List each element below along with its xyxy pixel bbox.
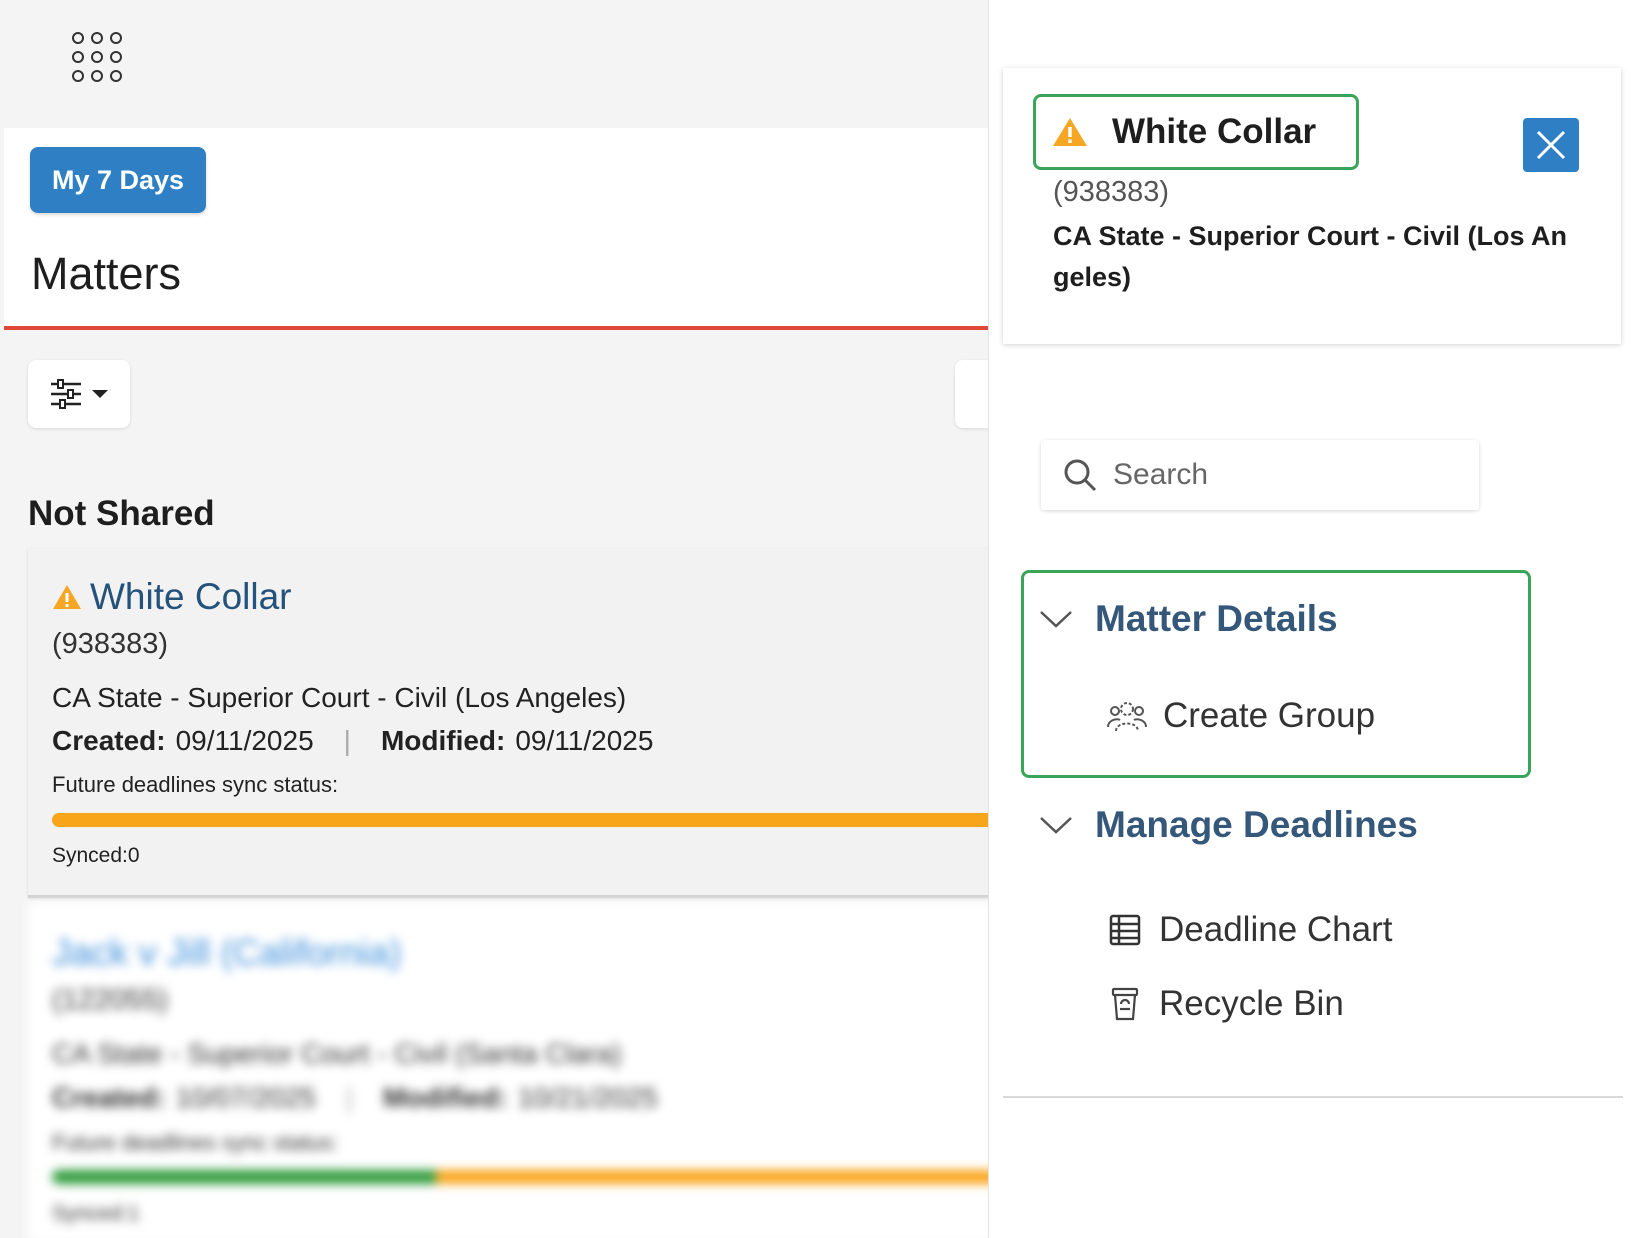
chevron-down-icon <box>1040 611 1072 628</box>
matter-title-link[interactable]: Jack v Jill (California) <box>52 932 402 974</box>
sync-status-label: Future deadlines sync status: <box>52 1130 339 1155</box>
trash-icon <box>1111 987 1139 1021</box>
menu-item-label: Recycle Bin <box>1159 984 1344 1023</box>
modified-label: Modified: <box>380 725 506 756</box>
date-separator: | <box>345 1082 354 1113</box>
close-button[interactable] <box>1523 118 1579 172</box>
warning-icon <box>53 585 81 609</box>
modified-date: 09/11/2025 <box>515 725 654 756</box>
section-heading: Not Shared <box>28 494 215 533</box>
created-label: Created: <box>52 725 166 756</box>
search-box[interactable] <box>1041 440 1479 510</box>
matter-dates: Created: 10/07/2025 | Modified: 10/21/20… <box>52 1082 658 1114</box>
divider <box>1003 1096 1623 1098</box>
modified-label: Modified: <box>383 1082 508 1113</box>
section-title: Matter Details <box>1095 598 1338 639</box>
page-title: Matters <box>31 248 182 299</box>
matter-dates: Created: 09/11/2025 | Modified: 09/11/20… <box>52 725 653 757</box>
matter-title: White Collar <box>1112 112 1317 151</box>
my-7-days-button[interactable]: My 7 Days <box>30 147 207 213</box>
matter-id: (938383) <box>52 628 169 660</box>
modified-date: 10/21/2025 <box>517 1082 658 1113</box>
filter-sliders-icon <box>51 379 81 409</box>
chevron-down-icon <box>1040 817 1072 834</box>
search-icon <box>1064 459 1097 492</box>
title-highlight: White Collar <box>1033 94 1359 170</box>
section-matter-details[interactable]: Matter Details <box>1039 598 1338 640</box>
section-title: Manage Deadlines <box>1095 804 1418 845</box>
matter-id: (938383) <box>1053 176 1170 208</box>
sync-status-label: Future deadlines sync status: <box>52 772 339 797</box>
created-date: 10/07/2025 <box>175 1082 316 1113</box>
created-label: Created: <box>52 1082 166 1113</box>
synced-count: Synced:0 <box>52 844 140 867</box>
menu-item-label: Create Group <box>1163 696 1376 735</box>
menu-item-recycle-bin[interactable]: Recycle Bin <box>1107 984 1344 1024</box>
matter-title-row: White Collar <box>52 576 292 618</box>
search-input[interactable] <box>1113 458 1443 492</box>
matter-summary-card: White Collar (938383) CA State - Superio… <box>1003 68 1621 344</box>
matter-detail-panel: White Collar (938383) CA State - Superio… <box>988 0 1632 1238</box>
menu-item-create-group[interactable]: Create Group <box>1107 696 1375 736</box>
menu-item-deadline-chart[interactable]: Deadline Chart <box>1107 910 1392 950</box>
matter-title-link[interactable]: White Collar <box>90 576 292 618</box>
menu-item-label: Deadline Chart <box>1159 910 1393 949</box>
date-separator: | <box>343 725 351 756</box>
filter-button[interactable] <box>28 360 130 428</box>
chevron-down-icon <box>92 390 108 398</box>
group-icon <box>1107 702 1147 732</box>
sync-progress-bar <box>52 813 988 827</box>
table-icon <box>1109 914 1141 946</box>
matter-card[interactable]: Jack v Jill (California) (122055) CA Sta… <box>28 902 988 1238</box>
matter-court: CA State - Superior Court - Civil (Santa… <box>52 1038 622 1069</box>
matter-court: CA State - Superior Court - Civil (Los A… <box>52 682 627 713</box>
sync-progress-pending <box>436 1170 988 1184</box>
apps-grid-icon[interactable] <box>70 30 126 86</box>
warning-icon <box>1053 118 1087 146</box>
matters-search-stub[interactable] <box>955 360 988 428</box>
sync-progress-synced <box>52 1170 436 1184</box>
synced-count: Synced:1 <box>52 1202 140 1225</box>
section-manage-deadlines[interactable]: Manage Deadlines <box>1039 804 1418 846</box>
matter-card[interactable]: White Collar (938383) CA State - Superio… <box>28 548 988 898</box>
matter-court: CA State - Superior Court - Civil (Los A… <box>1053 221 1568 292</box>
sync-progress-bar <box>52 1170 988 1184</box>
created-date: 09/11/2025 <box>175 725 314 756</box>
close-icon <box>1536 130 1566 160</box>
matter-id: (122055) <box>52 984 169 1016</box>
matters-pane: My 7 Days Matters Not Shared White Colla… <box>0 0 988 1238</box>
matters-header: My 7 Days Matters <box>4 128 988 330</box>
